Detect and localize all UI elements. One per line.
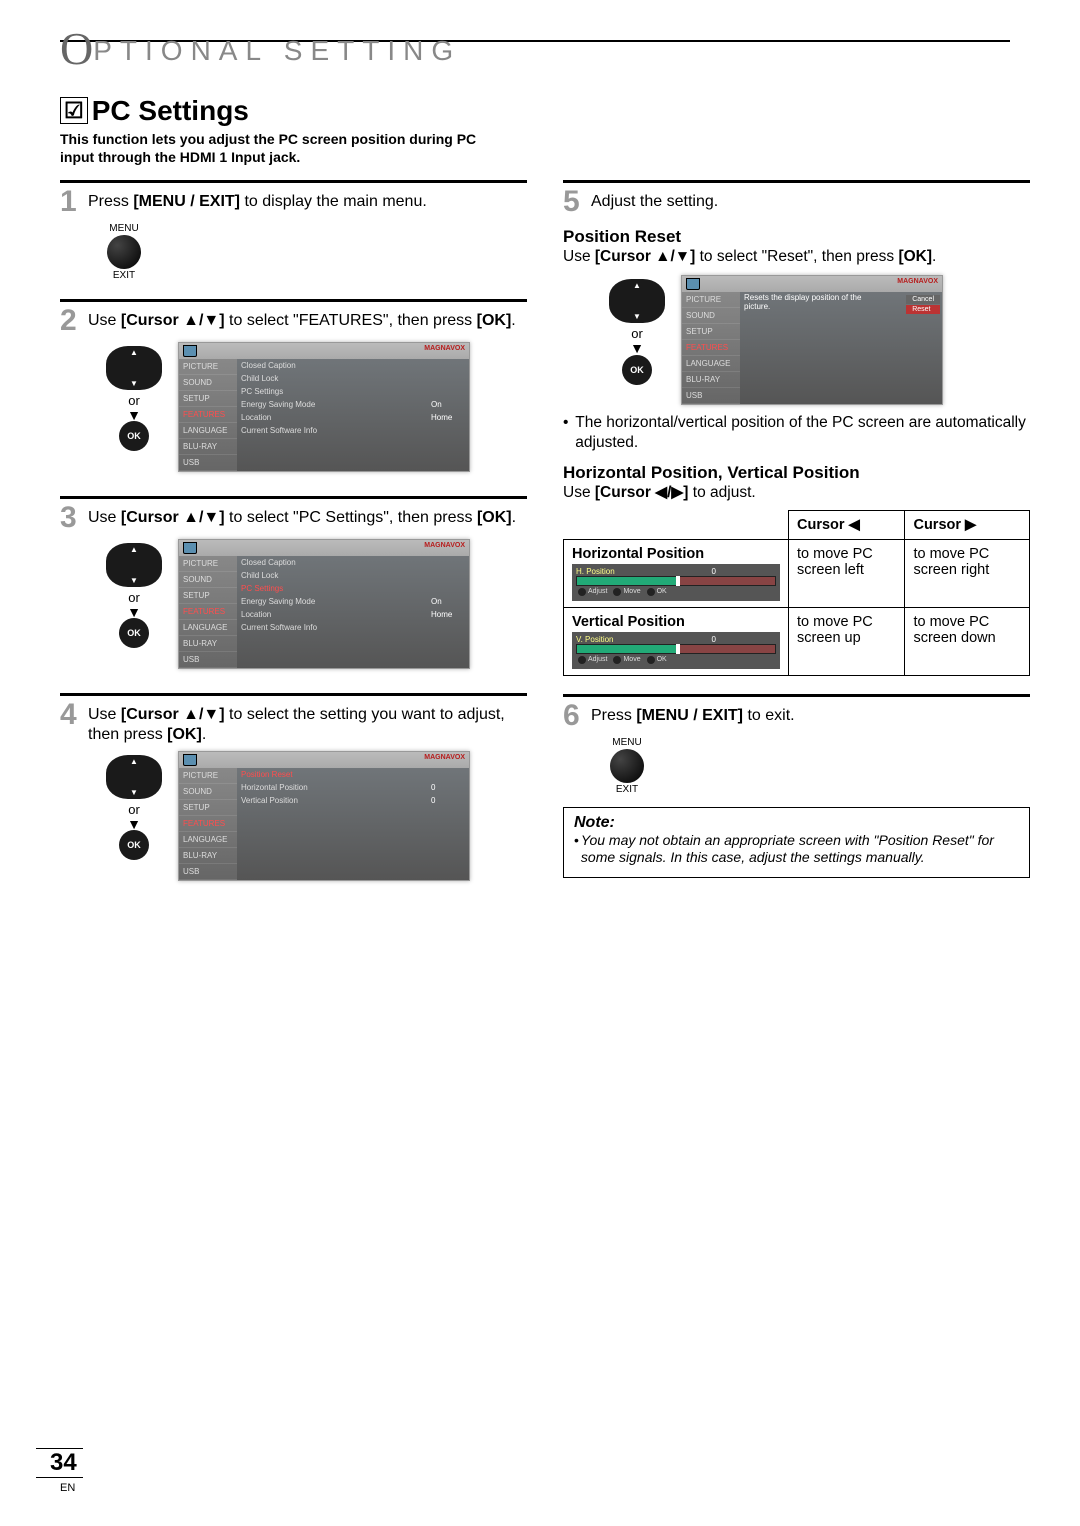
cursor-ok-remote-graphic: or ▼ OK bbox=[100, 346, 168, 451]
dpad-icon bbox=[106, 755, 162, 799]
step-4: 4 Use [Cursor ▲/▼] to select the setting… bbox=[60, 700, 527, 745]
h-position-osd: H. Position0 AdjustMoveOK bbox=[572, 564, 780, 601]
tv-icon bbox=[183, 542, 197, 554]
intro-text: This function lets you adjust the PC scr… bbox=[60, 131, 490, 166]
bullet-auto-adjust: •The horizontal/vertical position of the… bbox=[563, 413, 1030, 453]
hv-position-heading: Horizontal Position, Vertical Position bbox=[563, 463, 1030, 483]
osd-cancel: Cancel bbox=[906, 295, 940, 304]
osd-screenshot-positions: MAGNAVOX PICTURESOUNDSETUP FEATURES LANG… bbox=[178, 751, 470, 881]
step-6: 6 Press [MENU / EXIT] to exit. bbox=[563, 701, 1030, 731]
ok-button-icon: OK bbox=[622, 355, 652, 385]
osd-reset: Reset bbox=[906, 305, 940, 314]
page-number: 34 EN bbox=[36, 1448, 83, 1496]
cursor-ok-remote-graphic: or ▼ OK bbox=[603, 279, 671, 384]
osd-screenshot-pcsettings: MAGNAVOX PICTURESOUNDSETUP FEATURES LANG… bbox=[178, 539, 470, 669]
remote-button-icon bbox=[610, 749, 644, 783]
ok-button-icon: OK bbox=[119, 618, 149, 648]
note-box: Note: •You may not obtain an appropriate… bbox=[563, 807, 1030, 878]
step-2: 2 Use [Cursor ▲/▼] to select "FEATURES",… bbox=[60, 306, 527, 336]
dpad-icon bbox=[106, 543, 162, 587]
dpad-icon bbox=[609, 279, 665, 323]
ok-button-icon: OK bbox=[119, 830, 149, 860]
cursor-ok-remote-graphic: or ▼ OK bbox=[100, 755, 168, 860]
check-icon: ☑ bbox=[60, 97, 88, 124]
osd-screenshot-features: MAGNAVOX PICTURE SOUND SETUP FEATURES LA… bbox=[178, 342, 470, 472]
v-position-osd: V. Position0 AdjustMoveOK bbox=[572, 632, 780, 669]
page-title: OPTIONAL SETTING bbox=[60, 22, 1030, 75]
cursor-direction-table: Cursor ◀Cursor ▶ Horizontal Position H. … bbox=[563, 510, 1030, 676]
step-5: 5 Adjust the setting. bbox=[563, 187, 1030, 217]
step-1: 1 Press [MENU / EXIT] to display the mai… bbox=[60, 187, 527, 217]
dpad-icon bbox=[106, 346, 162, 390]
position-reset-heading: Position Reset bbox=[563, 227, 1030, 247]
cursor-ok-remote-graphic: or ▼ OK bbox=[100, 543, 168, 648]
tv-icon bbox=[686, 278, 700, 290]
section-heading: ☑PC Settings bbox=[60, 95, 1030, 127]
menu-exit-button-graphic: MENU EXIT bbox=[90, 223, 158, 281]
tv-icon bbox=[183, 754, 197, 766]
osd-screenshot-reset: MAGNAVOX PICTURESOUNDSETUP FEATURES LANG… bbox=[681, 275, 943, 405]
step-3: 3 Use [Cursor ▲/▼] to select "PC Setting… bbox=[60, 503, 527, 533]
remote-button-icon bbox=[107, 235, 141, 269]
ok-button-icon: OK bbox=[119, 421, 149, 451]
tv-icon bbox=[183, 345, 197, 357]
menu-exit-button-graphic: MENU EXIT bbox=[593, 737, 661, 795]
